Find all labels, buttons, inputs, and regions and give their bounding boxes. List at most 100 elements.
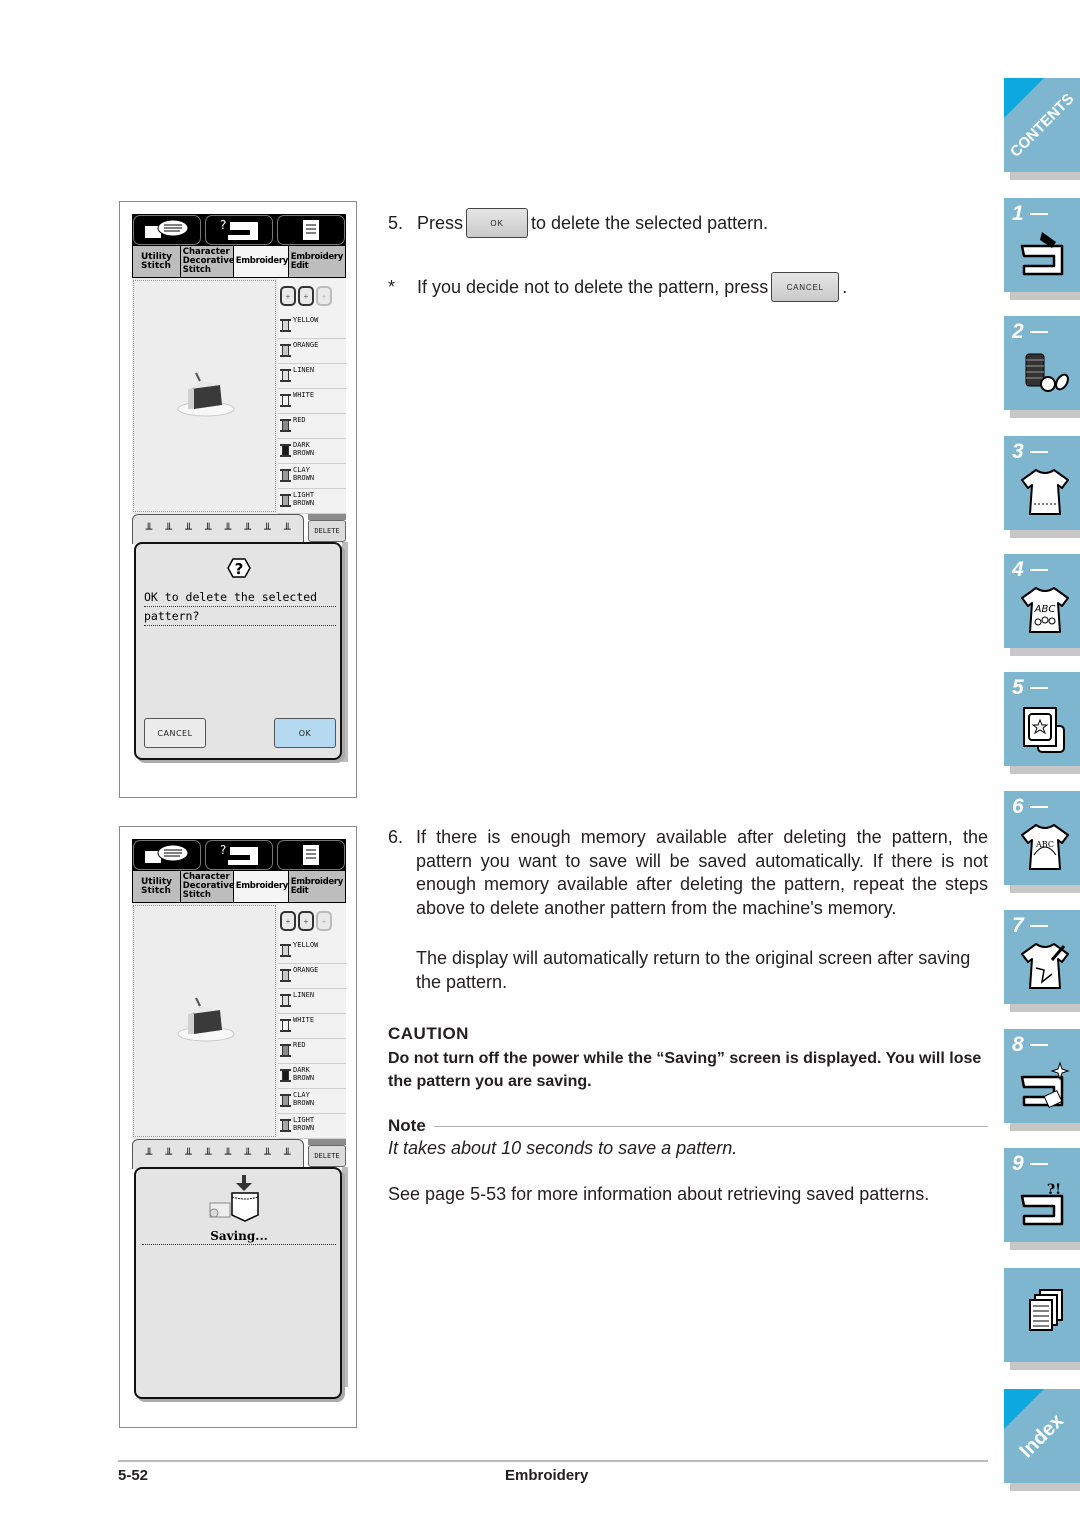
thread-item[interactable]: RED [278, 1039, 346, 1064]
needle-icon: ╨ [244, 523, 251, 536]
thread-item[interactable]: CLAY BROWN [278, 1089, 346, 1114]
thread-item[interactable]: WHITE [278, 1014, 346, 1039]
shirt-stitch-icon [1021, 469, 1069, 515]
lcd-mode-tabs: Utility Stitch Character Decorative Stit… [132, 871, 346, 903]
chapter-tab-2[interactable]: 2 [1004, 316, 1080, 418]
thread-item[interactable]: LIGHT BROWN [278, 1114, 346, 1139]
lcd-ok-button[interactable]: OK [274, 718, 336, 748]
thread-item[interactable]: WHITE [278, 389, 346, 414]
svg-text:?: ? [220, 218, 226, 232]
delete-button[interactable]: DELETE [308, 520, 346, 542]
tab-character-decorative-stitch[interactable]: Character Decorative Stitch [180, 871, 235, 902]
thread-item[interactable]: ORANGE [278, 964, 346, 989]
cake-pattern-icon [177, 372, 235, 417]
spool-icon [280, 1069, 291, 1082]
lcd-lower-panel: ╨ ╨ ╨ ╨ ╨ ╨ ╨ ╨ DELETE Saving... [132, 1139, 348, 1399]
note-rule [433, 1125, 988, 1127]
see-also-text: See page 5-53 for more information about… [388, 1184, 930, 1204]
thread-color-list: + + + YELLOW ORANGE LINEN WHITE RED DARK… [278, 903, 346, 1139]
thread-item[interactable]: ORANGE [278, 339, 346, 364]
large-hoop-icon[interactable]: + [280, 286, 296, 306]
scroll-edge [342, 1167, 348, 1387]
delete-button[interactable]: DELETE [308, 1145, 346, 1167]
confirm-delete-dialog: ? OK to delete the selected pattern? CAN… [134, 542, 342, 760]
thread-item[interactable]: YELLOW [278, 939, 346, 964]
lcd-lower-panel: ╨ ╨ ╨ ╨ ╨ ╨ ╨ ╨ DELETE ? OK to delete the selec… [132, 514, 348, 764]
thread-item[interactable]: RED [278, 414, 346, 439]
medium-hoop-icon[interactable]: + [298, 911, 314, 931]
ok-button-illustration[interactable]: OK [466, 208, 529, 238]
thread-item[interactable]: LINEN [278, 989, 346, 1014]
needle-icon: ╨ [145, 523, 153, 536]
spool-icon [280, 469, 291, 482]
sewing-book-icon [145, 844, 189, 863]
help-machine-button[interactable]: ? [205, 215, 273, 245]
machine-maintenance-icon [1020, 1061, 1070, 1109]
save-to-pocket-icon [209, 1175, 259, 1222]
spool-icon [280, 1019, 291, 1032]
thread-spool-icon [1025, 353, 1069, 392]
chapter-tab-9[interactable]: 9 ?! [1004, 1148, 1080, 1250]
hoop-selector: + + + [278, 903, 346, 939]
cake-pattern-icon [177, 997, 235, 1042]
sewing-book-button[interactable] [133, 215, 201, 245]
index-tab[interactable]: Index [1004, 1389, 1080, 1491]
shirt-arc-letters-icon: ABC [1021, 824, 1069, 870]
small-hoop-icon[interactable]: + [316, 911, 332, 931]
chapter-tab-7[interactable]: 7 [1004, 910, 1080, 1012]
tab-utility-stitch[interactable]: Utility Stitch [133, 246, 180, 277]
needle-icon: ╨ [165, 1148, 172, 1161]
lcd-screen: ? Utility Stitch Character Decorative St… [132, 214, 348, 764]
pattern-preview [133, 280, 276, 512]
saving-message: Saving... [142, 1229, 336, 1245]
tab-embroidery[interactable]: Embroidery [233, 246, 288, 277]
large-hoop-icon[interactable]: + [280, 911, 296, 931]
chapter-tab-1[interactable]: 1 [1004, 198, 1080, 300]
small-hoop-icon[interactable]: + [316, 286, 332, 306]
sewing-book-button[interactable] [133, 840, 201, 870]
spool-icon [280, 319, 291, 332]
tab-utility-stitch[interactable]: Utility Stitch [133, 871, 180, 902]
medium-hoop-icon[interactable]: + [298, 286, 314, 306]
chapter-tab-3[interactable]: 3 [1004, 436, 1080, 538]
note-text: It takes about 10 seconds to save a patt… [388, 1138, 738, 1158]
spool-icon [280, 1094, 291, 1107]
tab-character-decorative-stitch[interactable]: Character Decorative Stitch [180, 246, 235, 277]
chapter-tab-8[interactable]: 8 [1004, 1029, 1080, 1131]
lcd-screenshot-confirm: ? Utility Stitch Character Decorative St… [119, 201, 357, 798]
lcd-cancel-button[interactable]: CANCEL [144, 718, 206, 748]
thread-item[interactable]: DARK BROWN [278, 439, 346, 464]
needle-icon: ╨ [185, 1148, 192, 1161]
cancel-note: * If you decide not to delete the patter… [388, 272, 847, 302]
cancel-button-illustration[interactable]: CANCEL [771, 272, 840, 302]
shirt-edit-icon [1021, 943, 1069, 989]
chapter-tab-6[interactable]: 6 ABC [1004, 791, 1080, 893]
appendix-tab[interactable] [1004, 1268, 1080, 1370]
settings-list-icon [303, 220, 319, 240]
spool-icon [280, 994, 291, 1007]
contents-tab[interactable]: CONTENTS [1004, 78, 1080, 180]
thread-item[interactable]: YELLOW [278, 314, 346, 339]
needle-icon: ╨ [165, 523, 172, 536]
settings-button[interactable] [277, 840, 345, 870]
tab-embroidery-edit[interactable]: Embroidery Edit [288, 871, 345, 902]
spool-icon [280, 494, 291, 507]
chapter-tab-5[interactable]: 5 [1004, 672, 1080, 774]
hoop-selector: + + + [278, 278, 346, 314]
spool-icon [280, 369, 291, 382]
lcd-icon-bar: ? [132, 839, 346, 871]
thread-item[interactable]: CLAY BROWN [278, 464, 346, 489]
settings-button[interactable] [277, 215, 345, 245]
question-icon: ? [227, 558, 251, 578]
thread-item[interactable]: DARK BROWN [278, 1064, 346, 1089]
thread-item[interactable]: LIGHT BROWN [278, 489, 346, 514]
needle-icon: ╨ [204, 523, 212, 536]
embroidery-work-area: + + + YELLOW ORANGE LINEN WHITE RED DARK… [132, 903, 346, 1139]
tab-embroidery-edit[interactable]: Embroidery Edit [288, 246, 345, 277]
tab-embroidery[interactable]: Embroidery [233, 871, 288, 902]
thread-item[interactable]: LINEN [278, 364, 346, 389]
chapter-tab-4[interactable]: 4 ABC [1004, 554, 1080, 656]
help-machine-button[interactable]: ? [205, 840, 273, 870]
needle-icon: ╨ [185, 523, 192, 536]
settings-list-icon [303, 845, 319, 865]
